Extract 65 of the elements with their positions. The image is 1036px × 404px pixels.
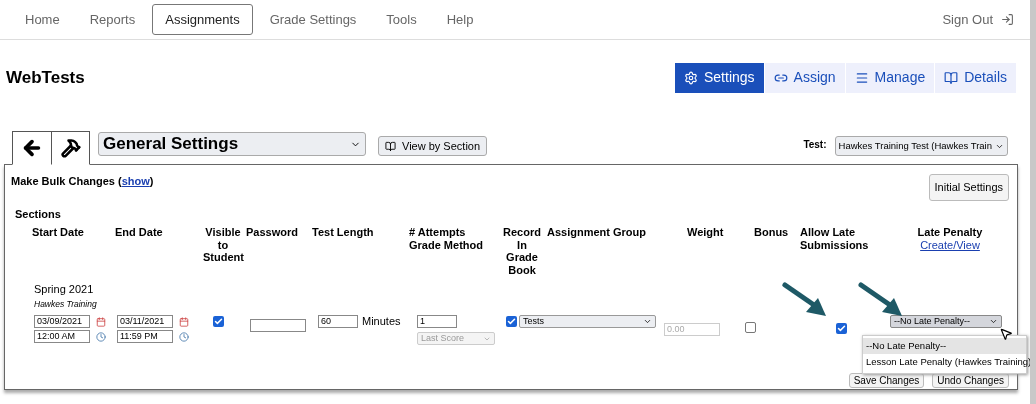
- column-header: End Date: [115, 226, 164, 239]
- gear-icon: [684, 70, 698, 85]
- column-header: Test Length: [312, 226, 375, 239]
- nav-tab[interactable]: Help: [433, 3, 487, 36]
- back-tab[interactable]: [12, 131, 52, 165]
- tools-tab[interactable]: [52, 131, 90, 165]
- column-header: Start Date: [32, 226, 85, 239]
- calendar-icon[interactable]: [179, 316, 189, 327]
- view-by-section-button[interactable]: View by Section: [378, 136, 488, 156]
- sections-label: Sections: [15, 208, 61, 220]
- column-header: Record In Grade Book: [502, 226, 542, 276]
- column-header: Allow Late Submissions: [800, 226, 870, 251]
- pointer-arrow: [858, 282, 904, 318]
- checkbox[interactable]: [505, 316, 517, 328]
- column-header: Password: [246, 226, 299, 239]
- checkbox[interactable]: [836, 323, 847, 335]
- page-title: WebTests: [6, 66, 85, 89]
- test-select[interactable]: Hawkes Training Test (Hawkes Train: [834, 136, 1008, 156]
- nav-tab[interactable]: Tools: [373, 3, 430, 36]
- checkbox[interactable]: [212, 316, 224, 328]
- nav-tab[interactable]: Reports: [76, 3, 149, 36]
- settings-select[interactable]: General Settings: [98, 132, 366, 156]
- column-header: # Attempts Grade Method: [409, 226, 484, 251]
- assignment-group-select[interactable]: Tests: [519, 315, 656, 329]
- sign-out-icon: [1001, 13, 1014, 26]
- view-tab[interactable]: Details: [935, 62, 1016, 93]
- start-date-field[interactable]: 03/09/2021: [34, 315, 90, 329]
- password-field[interactable]: [250, 319, 306, 333]
- test-length-field[interactable]: 60: [318, 315, 358, 329]
- bulk-changes-text: Make Bulk Changes (show): [11, 174, 154, 189]
- book-icon: [944, 70, 959, 85]
- column-header: Late Penalty: [917, 226, 983, 239]
- book-icon: [385, 140, 396, 152]
- start-time-field[interactable]: 12:00 AM: [34, 330, 90, 344]
- test-label: Test:: [803, 138, 827, 152]
- nav-tab[interactable]: Home: [12, 3, 73, 36]
- pointer-arrow: [782, 282, 828, 318]
- menu-option[interactable]: --No Late Penalty--: [863, 338, 1026, 354]
- back-arrow-icon: [21, 137, 43, 159]
- view-tab[interactable]: Settings: [675, 62, 764, 93]
- column-header: Bonus: [754, 226, 790, 239]
- initial-settings-button[interactable]: Initial Settings: [928, 174, 1009, 201]
- lines-icon: [854, 70, 869, 85]
- calendar-icon[interactable]: [96, 316, 106, 327]
- minutes-label: Minutes: [362, 315, 401, 329]
- section-subtitle: Hawkes Training: [34, 297, 98, 311]
- show-link[interactable]: show: [121, 175, 150, 187]
- nav-tab[interactable]: Grade Settings: [256, 3, 370, 36]
- column-header: Visible to Student: [203, 226, 243, 264]
- nav-tab[interactable]: Assignments: [152, 3, 253, 36]
- column-header: Weight: [687, 226, 725, 239]
- hammer-icon: [60, 138, 81, 158]
- checkbox[interactable]: [745, 322, 756, 334]
- end-date-field[interactable]: 03/11/2021: [117, 315, 173, 329]
- section-name: Spring 2021: [34, 282, 95, 297]
- create-view-link[interactable]: Create/View: [920, 238, 980, 251]
- column-header: Assignment Group: [547, 226, 647, 239]
- clock-icon[interactable]: [179, 331, 189, 342]
- late-penalty-select[interactable]: --No Late Penalty--: [890, 315, 1002, 329]
- sign-out-link[interactable]: Sign Out: [942, 9, 1018, 30]
- clock-icon[interactable]: [96, 331, 106, 342]
- end-time-field[interactable]: 11:59 PM: [117, 330, 173, 344]
- view-tab[interactable]: Assign: [764, 62, 845, 93]
- attempts-field[interactable]: 1: [417, 315, 457, 329]
- view-tab[interactable]: Manage: [845, 62, 935, 93]
